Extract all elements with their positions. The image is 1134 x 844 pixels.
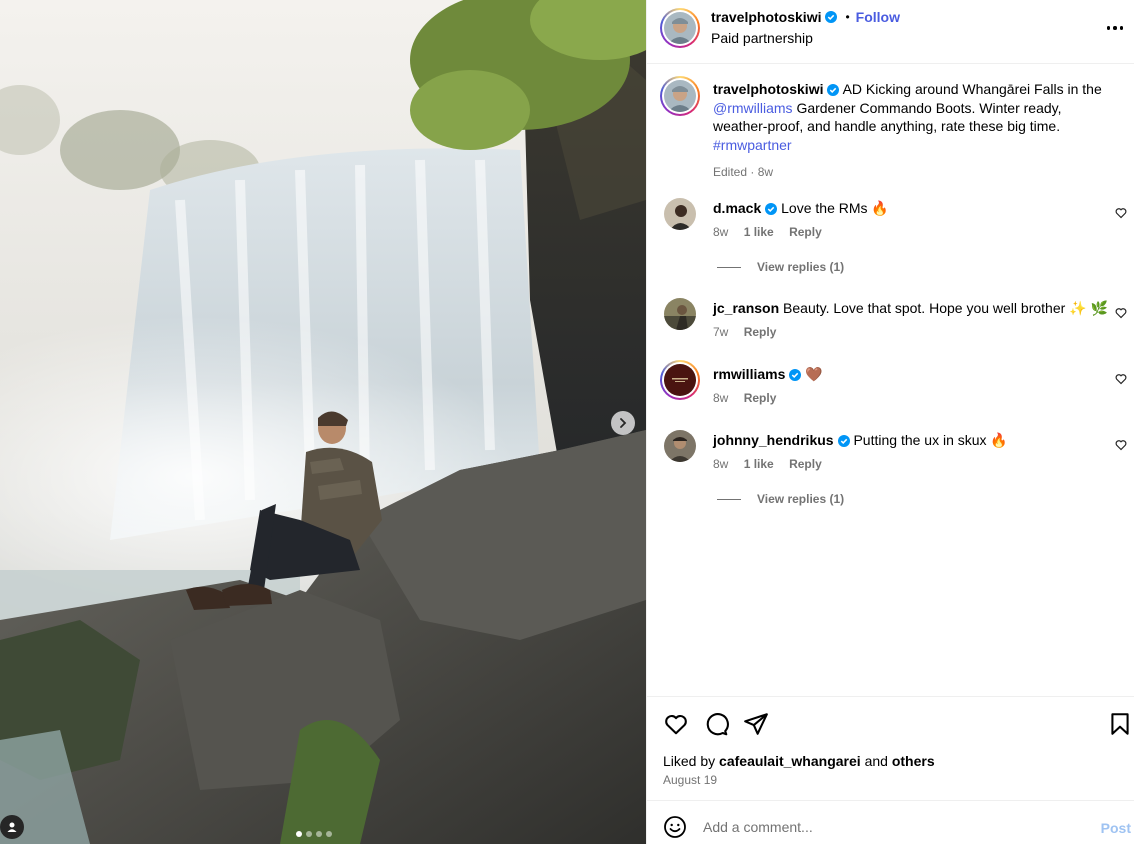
- follow-button[interactable]: Follow: [856, 9, 900, 25]
- post-caption: travelphotoskiwi AD Kicking around Whang…: [713, 80, 1113, 182]
- comment-item: d.mack Love the RMs 🔥 8w 1 like Reply: [713, 199, 1113, 241]
- carousel-indicator: [296, 831, 332, 837]
- commenter-avatar-image: [664, 364, 696, 396]
- reply-button[interactable]: Reply: [744, 391, 777, 405]
- separator-dot: •: [845, 10, 850, 24]
- carousel-dot: [306, 831, 312, 837]
- commenter-username[interactable]: johnny_hendrikus: [713, 432, 834, 448]
- verified-badge-icon: [789, 369, 802, 381]
- carousel-dot: [296, 831, 302, 837]
- view-replies-button[interactable]: View replies (1): [717, 260, 844, 274]
- waterfall-photo-image: [0, 0, 646, 844]
- view-replies-button[interactable]: View replies (1): [717, 492, 844, 506]
- user-icon: [7, 822, 17, 832]
- commenter-avatar[interactable]: [664, 298, 696, 330]
- comment-item: jc_ranson Beauty. Love that spot. Hope y…: [713, 299, 1113, 341]
- likes-summary: Liked by cafeaulait_whangarei and others: [663, 753, 935, 769]
- comments-list[interactable]: travelphotoskiwi AD Kicking around Whang…: [647, 64, 1134, 696]
- emoji-icon[interactable]: [663, 815, 687, 839]
- more-options-button[interactable]: [1103, 16, 1127, 40]
- like-comment-heart-icon[interactable]: [1115, 439, 1127, 451]
- caption-time[interactable]: 8w: [758, 165, 773, 179]
- post-actions-bar: Liked by cafeaulait_whangarei and others…: [647, 696, 1134, 800]
- comment-bubble-icon[interactable]: [703, 711, 729, 737]
- post-details-panel: travelphotoskiwi • Follow Paid partnersh…: [646, 0, 1134, 844]
- view-replies-label: View replies (1): [757, 492, 845, 506]
- commenter-username[interactable]: jc_ranson: [713, 300, 779, 316]
- caption-avatar-image: [664, 80, 696, 112]
- author-avatar[interactable]: [660, 8, 700, 48]
- comment-composer: Post: [647, 800, 1134, 844]
- commenter-avatar[interactable]: [660, 360, 700, 400]
- add-comment-input[interactable]: [703, 815, 1083, 839]
- replies-divider-line: [717, 498, 741, 500]
- post-comment-button[interactable]: Post: [1101, 820, 1131, 836]
- commenter-avatar-image: [664, 198, 696, 230]
- caption-meta: Edited · 8w: [713, 163, 1113, 182]
- author-avatar-image: [664, 12, 696, 44]
- share-send-icon[interactable]: [743, 711, 769, 737]
- commenter-avatar[interactable]: [664, 198, 696, 230]
- comment-likes[interactable]: 1 like: [744, 225, 774, 239]
- save-bookmark-icon[interactable]: [1107, 711, 1133, 737]
- tagged-users-button[interactable]: [0, 815, 24, 839]
- chevron-right-icon: [620, 418, 627, 428]
- verified-badge-icon: [825, 11, 838, 23]
- like-comment-heart-icon[interactable]: [1115, 307, 1127, 319]
- comment-text: Love the RMs 🔥: [781, 200, 889, 216]
- comment-time[interactable]: 8w: [713, 391, 728, 405]
- meta-dot: ·: [750, 165, 755, 179]
- comment-text: Beauty. Love that spot. Hope you well br…: [783, 300, 1108, 316]
- verified-badge-icon: [837, 435, 850, 447]
- caption-username[interactable]: travelphotoskiwi: [713, 81, 823, 97]
- paid-partnership-label[interactable]: Paid partnership: [711, 30, 813, 46]
- more-horizontal-icon: [1106, 26, 1111, 30]
- caption-text-part-1: AD Kicking around Whangārei Falls in the: [842, 81, 1102, 97]
- post-header: travelphotoskiwi • Follow Paid partnersh…: [647, 0, 1134, 64]
- comment-item: rmwilliams 🤎 8w Reply: [713, 365, 1113, 407]
- author-username[interactable]: travelphotoskiwi: [711, 9, 821, 25]
- comment-time[interactable]: 8w: [713, 457, 728, 471]
- verified-badge-icon: [827, 84, 840, 96]
- comment-item: johnny_hendrikus Putting the ux in skux …: [713, 431, 1113, 473]
- commenter-username[interactable]: d.mack: [713, 200, 761, 216]
- hashtag-link[interactable]: #rmwpartner: [713, 137, 792, 153]
- comment-text: 🤎: [805, 366, 823, 382]
- liked-by-others[interactable]: others: [892, 753, 935, 769]
- like-heart-icon[interactable]: [663, 711, 689, 737]
- edited-label: Edited: [713, 165, 748, 179]
- commenter-avatar[interactable]: [664, 430, 696, 462]
- commenter-avatar-image: [664, 298, 696, 330]
- comment-time[interactable]: 7w: [713, 325, 728, 339]
- comment-text: Putting the ux in skux 🔥: [853, 432, 1008, 448]
- carousel-dot: [326, 831, 332, 837]
- like-comment-heart-icon[interactable]: [1115, 373, 1127, 385]
- liked-by-prefix: Liked by: [663, 753, 716, 769]
- post-date[interactable]: August 19: [663, 773, 717, 787]
- commenter-avatar-image: [664, 430, 696, 462]
- post-photo[interactable]: [0, 0, 646, 844]
- reply-button[interactable]: Reply: [789, 225, 822, 239]
- verified-badge-icon: [765, 203, 778, 215]
- reply-button[interactable]: Reply: [744, 325, 777, 339]
- comment-time[interactable]: 8w: [713, 225, 728, 239]
- carousel-dot: [316, 831, 322, 837]
- replies-divider-line: [717, 266, 741, 268]
- comment-likes[interactable]: 1 like: [744, 457, 774, 471]
- next-photo-button[interactable]: [611, 411, 635, 435]
- mention-link[interactable]: @rmwilliams: [713, 100, 793, 116]
- liked-by-and: and: [864, 753, 888, 769]
- like-comment-heart-icon[interactable]: [1115, 207, 1127, 219]
- view-replies-label: View replies (1): [757, 260, 845, 274]
- reply-button[interactable]: Reply: [789, 457, 822, 471]
- commenter-username[interactable]: rmwilliams: [713, 366, 785, 382]
- liked-by-user[interactable]: cafeaulait_whangarei: [719, 753, 861, 769]
- caption-author-avatar[interactable]: [660, 76, 700, 116]
